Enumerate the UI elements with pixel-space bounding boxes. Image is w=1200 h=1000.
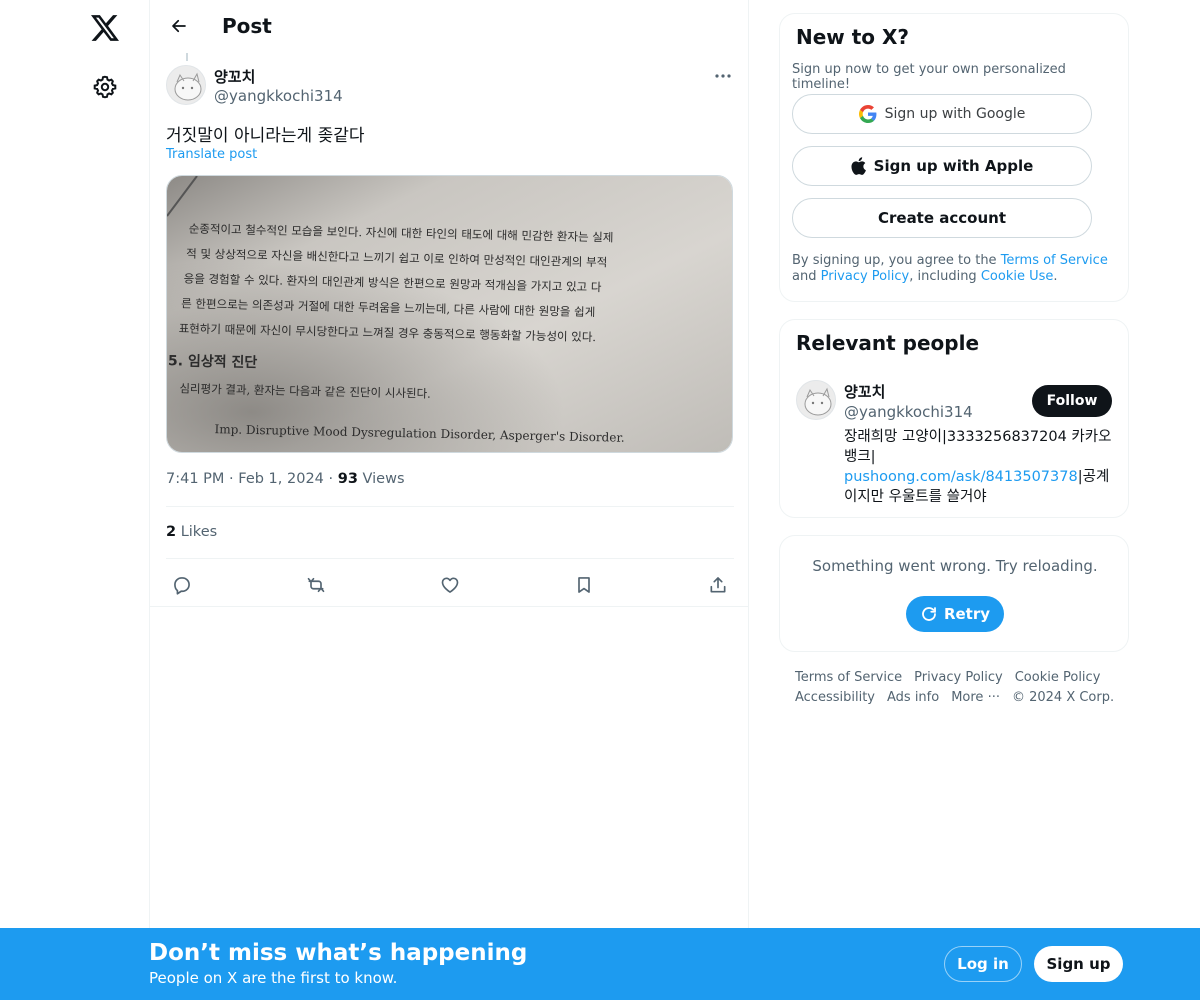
- relevant-person-name[interactable]: 양꼬치: [844, 381, 885, 402]
- bookmark-icon: [578, 577, 590, 593]
- footer-terms-link[interactable]: Terms of Service: [795, 670, 902, 685]
- signup-banner: Don’t miss what’s happening People on X …: [0, 928, 1200, 1000]
- relevant-person-handle[interactable]: @yangkkochi314: [844, 403, 973, 421]
- post-meta: 7:41 PM · Feb 1, 2024 · 93 Views: [166, 471, 405, 487]
- apple-icon: [851, 157, 866, 175]
- refresh-icon: [920, 605, 938, 623]
- relevant-people-card: Relevant people 양꼬치 @yangkkochi314 Follo…: [779, 319, 1129, 518]
- signup-card-title: New to X?: [796, 25, 910, 49]
- reply-button[interactable]: [165, 570, 199, 600]
- footer-links: Terms of Service Privacy Policy Cookie Pol…: [795, 668, 1125, 708]
- like-button[interactable]: [433, 570, 467, 600]
- more-icon: [715, 74, 731, 78]
- signup-google-label: Sign up with Google: [884, 106, 1026, 122]
- signup-card: New to X? Sign up now to get your own pe…: [779, 13, 1129, 302]
- footer-privacy-link[interactable]: Privacy Policy: [914, 670, 1003, 685]
- signup-apple-button[interactable]: Sign up with Apple: [792, 146, 1092, 186]
- error-message: Something went wrong. Try reloading.: [812, 557, 1098, 575]
- repost-icon: [307, 577, 325, 593]
- signup-legal-text: By signing up, you agree to the Terms of…: [792, 253, 1108, 284]
- follow-button[interactable]: Follow: [1032, 385, 1112, 417]
- left-nav: [0, 0, 150, 1000]
- signup-card-subtitle: Sign up now to get your own personalized…: [792, 62, 1066, 92]
- google-icon: [858, 105, 877, 123]
- image-heading: 5. 임상적 진단: [168, 352, 258, 371]
- post-text: 거짓말이 아니라는게 좆같다: [166, 126, 365, 146]
- divider: [166, 558, 734, 559]
- likes-stat[interactable]: 2 Likes: [166, 524, 217, 540]
- share-icon: [710, 577, 726, 593]
- like-icon: [441, 577, 459, 593]
- translate-post-link[interactable]: Translate post: [166, 147, 257, 162]
- author-name[interactable]: 양꼬치: [214, 66, 255, 87]
- divider: [166, 506, 734, 507]
- signup-google-button[interactable]: Sign up with Google: [792, 94, 1092, 134]
- more-options-button[interactable]: [708, 64, 738, 88]
- arrow-left-icon: [172, 19, 186, 33]
- page-title: Post: [222, 14, 272, 38]
- back-button[interactable]: [162, 9, 196, 43]
- retry-label: Retry: [943, 605, 991, 623]
- terms-link[interactable]: Terms of Service: [1001, 253, 1108, 268]
- relevant-person-bio: 장래희망 고양이|3333256837204 카카오뱅크| pushoong.c…: [844, 429, 1112, 505]
- page-header: Post: [150, 0, 750, 53]
- avatar[interactable]: [166, 65, 206, 105]
- post-time[interactable]: 7:41 PM: [166, 471, 224, 487]
- reply-icon: [174, 577, 190, 595]
- cookie-use-link[interactable]: Cookie Use: [981, 269, 1054, 284]
- views-label: Views: [362, 471, 405, 487]
- privacy-link[interactable]: Privacy Policy: [821, 269, 910, 284]
- divider: [150, 606, 748, 607]
- views-count: 93: [337, 471, 358, 487]
- create-account-button[interactable]: Create account: [792, 198, 1092, 238]
- likes-count: 2: [166, 524, 177, 540]
- relevant-people-title: Relevant people: [796, 331, 980, 355]
- footer-copyright: © 2024 X Corp.: [1011, 690, 1115, 705]
- repost-button[interactable]: [299, 570, 333, 600]
- footer-ads-link[interactable]: Ads info: [887, 690, 939, 705]
- footer-accessibility-link[interactable]: Accessibility: [795, 690, 875, 705]
- signup-button[interactable]: Sign up: [1034, 946, 1123, 982]
- banner-subtitle: People on X are the first to know.: [149, 969, 398, 987]
- footer-cookie-link[interactable]: Cookie Policy: [1015, 670, 1101, 685]
- post-image[interactable]: 순종적이고 철수적인 모습을 보인다. 자신에 대한 타인의 태도에 대해 민감…: [166, 175, 733, 453]
- likes-label: Likes: [180, 524, 218, 540]
- bookmark-button[interactable]: [567, 570, 601, 600]
- thread-connector: [186, 53, 188, 61]
- retry-button[interactable]: Retry: [906, 596, 1004, 632]
- footer-more-button[interactable]: More ···: [951, 690, 1000, 705]
- signup-apple-label: Sign up with Apple: [873, 157, 1034, 175]
- banner-title: Don’t miss what’s happening: [149, 940, 528, 966]
- main-column: Post 양꼬치 @yangkkochi314 거짓말이 아니라는게 좆같다 T…: [149, 0, 749, 1000]
- share-button[interactable]: [701, 570, 735, 600]
- gear-icon[interactable]: [85, 67, 125, 107]
- author-handle[interactable]: @yangkkochi314: [214, 87, 343, 105]
- login-button[interactable]: Log in: [944, 946, 1022, 982]
- avatar[interactable]: [796, 380, 836, 420]
- bio-link[interactable]: pushoong.com/ask/8413507378: [844, 469, 1078, 485]
- post-date[interactable]: Feb 1, 2024: [238, 471, 324, 487]
- x-logo-icon[interactable]: [85, 8, 125, 48]
- error-card: Something went wrong. Try reloading. Ret…: [779, 535, 1129, 652]
